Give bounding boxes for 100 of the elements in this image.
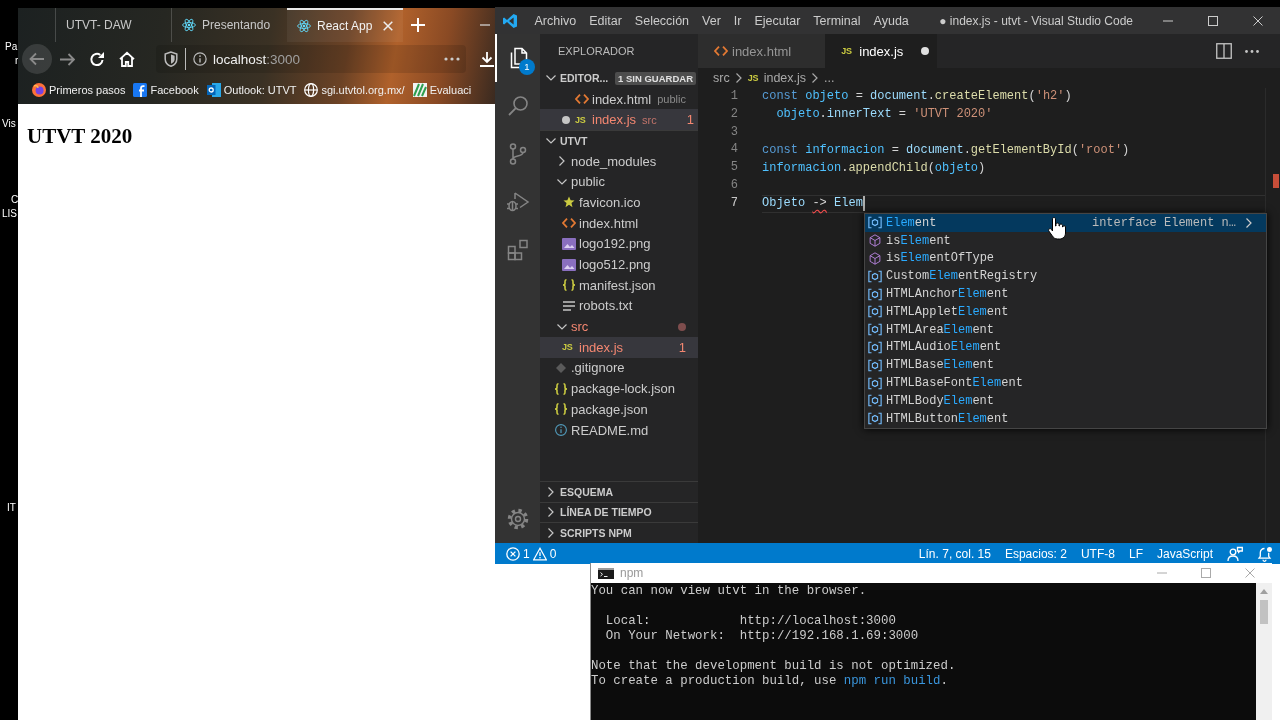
status-item[interactable]: JavaScript <box>1149 546 1220 561</box>
js-file-icon: JS <box>575 113 589 126</box>
scrollbar-thumb[interactable] <box>1260 600 1268 624</box>
bookmark-item[interactable]: Outlook: UTVT <box>203 83 300 97</box>
folder-item[interactable]: public <box>540 171 698 193</box>
bookmark-item[interactable]: Evaluaci <box>409 83 475 97</box>
suggestion-item[interactable]: isElementOfType <box>865 249 1266 268</box>
reload-icon[interactable] <box>89 51 105 67</box>
file-item[interactable]: README.md <box>540 419 698 441</box>
js-file-icon: JS <box>562 341 576 354</box>
browser-tab[interactable]: Presentando <box>171 8 287 42</box>
new-tab-icon[interactable] <box>411 18 425 32</box>
more-icon[interactable] <box>1245 49 1259 53</box>
code-line: const objeto = document.createElement('h2') <box>762 89 1072 105</box>
breadcrumb-item[interactable]: src <box>713 71 730 85</box>
menu-item[interactable]: Ayuda <box>867 13 916 28</box>
back-button[interactable] <box>22 44 52 74</box>
suggestion-item[interactable]: HTMLButtonElement <box>865 409 1266 428</box>
file-item[interactable]: logo512.png <box>540 254 698 275</box>
problems-button[interactable]: 1 0 <box>495 543 565 564</box>
desktop-icon-label[interactable]: Vis <box>2 118 16 130</box>
more-icon[interactable] <box>444 57 460 61</box>
desktop-icon-label[interactable]: Pa <box>5 41 18 53</box>
browser-tab[interactable]: React App <box>287 8 403 42</box>
line-number: 5 <box>729 159 738 177</box>
file-item[interactable]: logo192.png <box>540 233 698 255</box>
folder-item[interactable]: node_modules <box>540 150 698 172</box>
suggestion-item[interactable]: isElement <box>865 231 1266 250</box>
status-item[interactable]: UTF-8 <box>1073 546 1122 561</box>
suggestion-item[interactable]: HTMLBodyElement <box>865 391 1266 410</box>
section-header[interactable]: UTVT <box>540 130 698 151</box>
file-item[interactable]: robots.txt <box>540 295 698 317</box>
desktop-icon-label[interactable]: LIS <box>2 208 17 220</box>
bell-icon[interactable] <box>1257 545 1273 562</box>
menu-item[interactable]: Editar <box>582 13 629 28</box>
info-icon[interactable] <box>193 52 207 66</box>
suggestion-item[interactable]: HTMLBaseElement <box>865 356 1266 375</box>
suggestion-item[interactable]: HTMLAnchorElement <box>865 285 1266 303</box>
stripes-logo-icon <box>412 83 427 97</box>
error-icon <box>506 546 520 561</box>
bookmark-item[interactable]: Facebook <box>130 83 202 97</box>
bookmark-item[interactable]: Primeros pasos <box>29 83 129 97</box>
chevron-right-icon <box>812 73 819 83</box>
close-icon[interactable] <box>1252 15 1263 26</box>
file-item[interactable]: index.html <box>540 212 698 234</box>
desktop-icon-label[interactable]: IT <box>7 502 16 514</box>
status-item[interactable]: LF <box>1121 546 1150 561</box>
suggestion-item[interactable]: HTMLBaseFontElement <box>865 374 1266 392</box>
settings-icon[interactable] <box>505 507 530 531</box>
section-header[interactable]: EDITOR... 1 SIN GUARDAR <box>540 68 698 89</box>
suggestion-item[interactable]: HTMLAreaElement <box>865 320 1266 339</box>
open-editor-item[interactable]: JS index.js src 1 <box>540 109 698 131</box>
menu-item[interactable]: Ejecutar <box>747 13 807 28</box>
chevron-right-icon[interactable] <box>1246 217 1252 228</box>
status-item[interactable]: Lín. 7, col. 15 <box>911 546 998 561</box>
bookmark-item[interactable]: sgi.utvtol.org.mx/ <box>301 83 408 97</box>
suggestion-item[interactable]: CustomElementRegistry <box>865 267 1266 286</box>
address-field[interactable]: localhost:3000 <box>156 45 466 73</box>
editor-tab[interactable]: index.html <box>698 34 826 68</box>
suggestion-item[interactable]: Element interface Element n… <box>865 214 1266 232</box>
menu-item[interactable]: Selección <box>628 13 696 28</box>
scroll-up-icon[interactable] <box>1260 589 1268 594</box>
menu-item[interactable]: Ir <box>727 13 748 28</box>
js-file-icon: JS <box>747 72 762 84</box>
suggestion-detail: interface Element n… <box>1091 215 1236 230</box>
folder-item[interactable]: src <box>540 316 698 337</box>
file-item[interactable]: favicon.ico <box>540 192 698 213</box>
split-panel-icon[interactable] <box>1216 43 1232 59</box>
suggestion-item[interactable]: HTMLAppletElement <box>865 303 1266 321</box>
section-header[interactable]: LÍNEA DE TIEMPO <box>540 501 698 523</box>
section-header[interactable]: ESQUEMA <box>540 480 698 502</box>
terminal-line: Local: http://localhost:3000 <box>604 614 897 629</box>
chevron-right-icon <box>735 73 742 83</box>
desktop-icon-label[interactable]: C <box>11 194 19 206</box>
home-icon[interactable] <box>119 51 135 67</box>
file-item[interactable]: JS index.js 1 <box>540 336 698 358</box>
breadcrumb-item[interactable]: JS index.js <box>747 71 807 85</box>
menu-item[interactable]: Archivo <box>528 13 583 28</box>
breadcrumb-item[interactable]: ... <box>824 71 835 85</box>
editor-tab[interactable]: JS index.js <box>825 34 938 68</box>
file-item[interactable]: package-lock.json <box>540 378 698 399</box>
person-speech-icon[interactable] <box>1227 545 1243 562</box>
braces-icon <box>554 382 568 395</box>
browser-tab[interactable]: UTVT- DAW <box>55 8 171 42</box>
file-item[interactable]: .gitignore <box>540 357 698 379</box>
play-bug-icon <box>505 190 530 214</box>
menu-item[interactable]: Terminal <box>806 13 868 28</box>
minimize-icon[interactable] <box>1162 19 1173 22</box>
open-editor-item[interactable]: index.html public <box>540 88 698 110</box>
suggestion-item[interactable]: HTMLAudioElement <box>865 338 1266 357</box>
file-item[interactable]: manifest.json <box>540 274 698 296</box>
download-icon[interactable] <box>479 51 495 67</box>
status-item[interactable]: Espacios: 2 <box>997 546 1074 561</box>
maximize-icon[interactable] <box>1207 15 1218 26</box>
angle-brackets-icon <box>575 93 589 106</box>
file-item[interactable]: package.json <box>540 399 698 420</box>
menu-item[interactable]: Ver <box>695 13 728 28</box>
desktop-icon-label[interactable]: r <box>15 55 19 67</box>
scrollbar-track[interactable] <box>1256 583 1272 720</box>
forward-arrow-icon[interactable] <box>59 52 75 66</box>
